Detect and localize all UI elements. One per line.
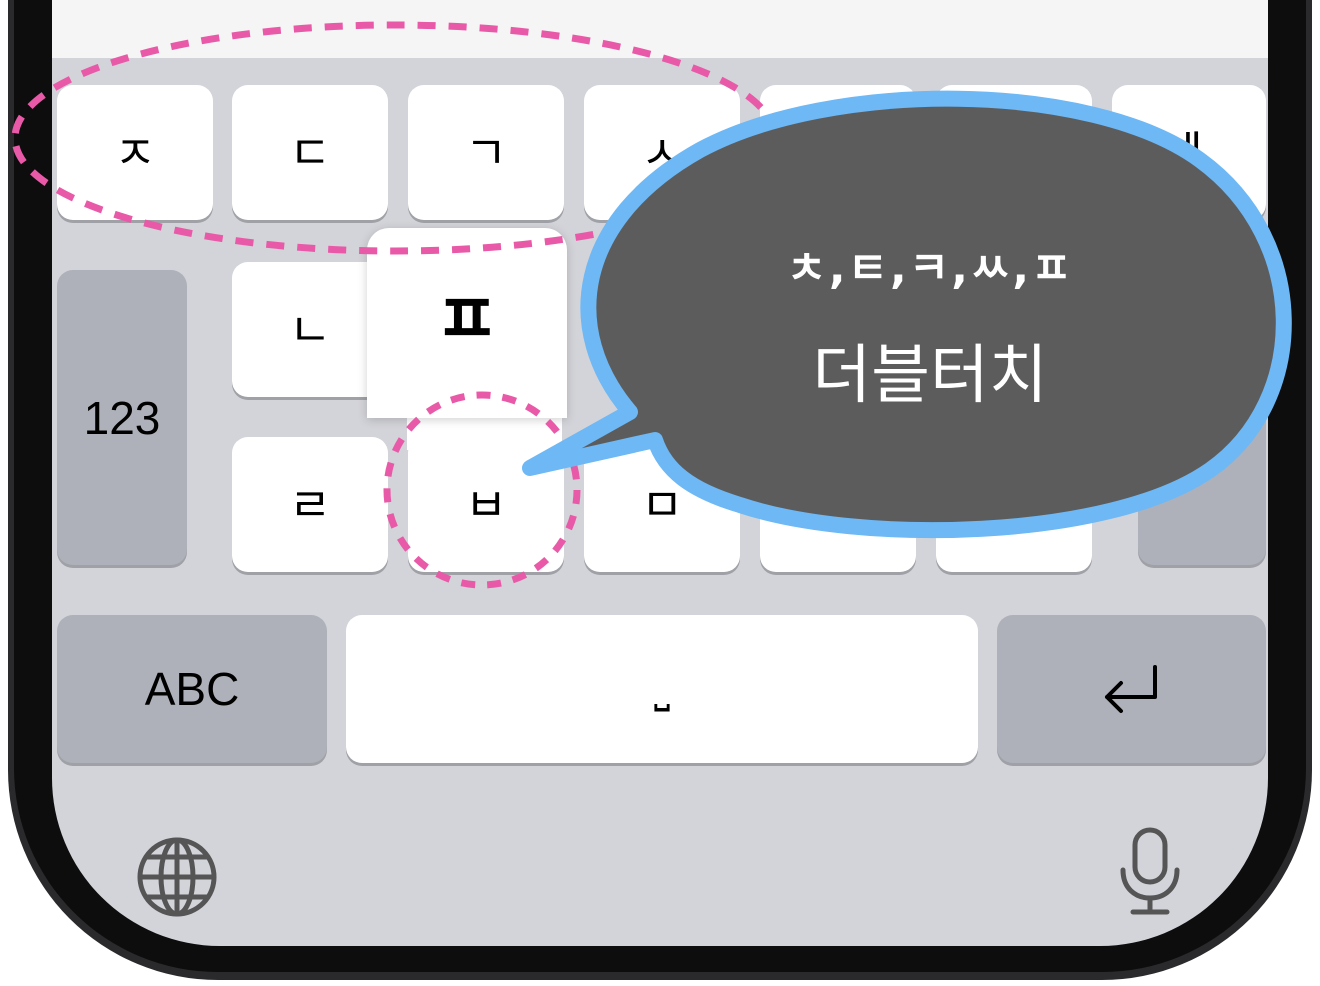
callout-double-touch: 더블터치 [812, 339, 1048, 413]
annotation-overlay [11, 21, 1292, 589]
callout-consonants: ㅊ,ㅌ,ㅋ,ㅆ,ㅍ [786, 243, 1074, 294]
key-highlight-dashed [383, 391, 581, 589]
callout-bubble [522, 90, 1292, 539]
